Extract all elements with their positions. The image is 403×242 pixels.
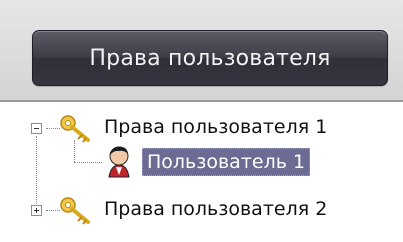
key-icon	[60, 197, 90, 225]
user-rights-button[interactable]: Права пользователя	[32, 30, 388, 86]
collapse-toggle[interactable]	[31, 123, 42, 134]
tree-connector-line	[36, 136, 37, 208]
rights-tree: Права пользователя 1 Пользователь 1 Прав…	[0, 104, 403, 242]
header-panel: Права пользователя	[0, 0, 403, 102]
tree-node-label[interactable]: Права пользователя 1	[104, 114, 327, 140]
tree-connector-line	[74, 162, 102, 163]
expand-toggle[interactable]	[31, 205, 42, 216]
user-icon	[108, 146, 130, 178]
user-rights-panel: Права пользователя Права пользователя 1 …	[0, 0, 403, 242]
key-icon	[60, 115, 90, 143]
tree-node-label-selected[interactable]: Пользователь 1	[142, 148, 311, 176]
tree-node-label[interactable]: Права пользователя 2	[104, 196, 327, 222]
